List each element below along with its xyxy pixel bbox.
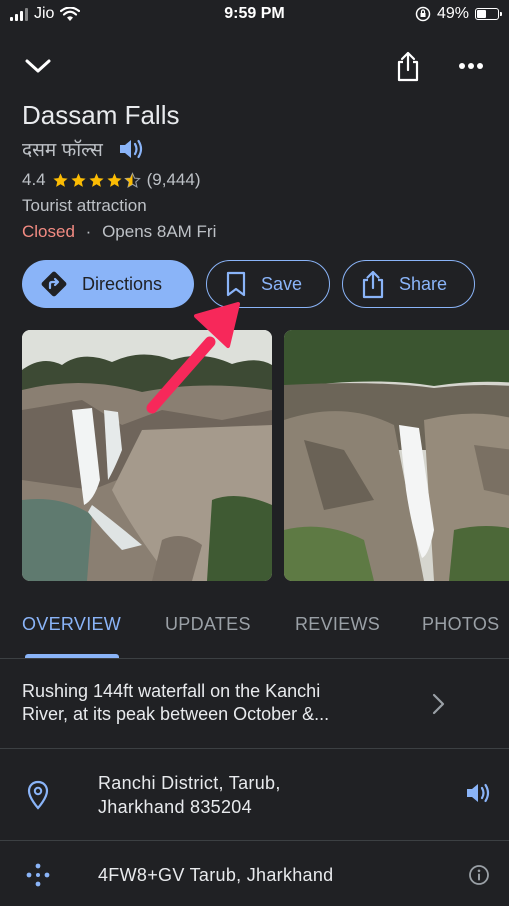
tab-updates[interactable]: UPDATES	[165, 614, 251, 635]
photo-carousel[interactable]	[22, 330, 509, 581]
share-label: Share	[399, 273, 448, 294]
place-description: Rushing 144ft waterfall on the Kanchi Ri…	[22, 680, 402, 726]
share-icon	[362, 270, 384, 299]
place-title: Dassam Falls	[22, 100, 180, 130]
address-line: Ranchi District, Tarub,	[98, 773, 281, 793]
active-tab-indicator	[25, 654, 119, 658]
place-category: Tourist attraction	[22, 196, 147, 215]
battery-fill	[477, 10, 486, 18]
opening-time: Opens 8AM Fri	[102, 222, 217, 241]
description-line: Rushing 144ft waterfall on the Kanchi	[22, 681, 321, 701]
plus-code-text: 4FW8+GV Tarub, Jharkhand	[98, 865, 334, 885]
rating-value: 4.4	[22, 170, 46, 189]
address-line: Jharkhand 835204	[98, 797, 252, 817]
description-row[interactable]: Rushing 144ft waterfall on the Kanchi Ri…	[0, 659, 509, 749]
annotation-arrow	[146, 302, 240, 414]
place-local-name: दसम फॉल्स	[22, 140, 103, 161]
tab-bar: OVERVIEW UPDATES REVIEWS PHOTOS	[0, 600, 509, 659]
save-label: Save	[261, 273, 303, 294]
tab-overview[interactable]: OVERVIEW	[22, 614, 121, 635]
rating-row: 4.4 (9,444)	[22, 170, 201, 190]
reviews-count[interactable]: (9,444)	[147, 170, 201, 190]
chevron-right-icon	[432, 693, 445, 715]
star-icon	[71, 172, 86, 187]
status-bar: Jio 9:59 PM 49%	[0, 0, 509, 30]
separator-dot: ·	[85, 222, 92, 241]
tab-reviews[interactable]: REVIEWS	[295, 614, 380, 635]
description-line: River, at its peak between October &...	[22, 704, 330, 724]
more-options-icon	[459, 63, 483, 69]
directions-icon	[41, 271, 67, 297]
star-icon	[107, 172, 122, 187]
star-icon	[89, 172, 104, 187]
share-icon	[397, 51, 419, 82]
orientation-lock-icon	[415, 6, 431, 22]
tab-photos[interactable]: PHOTOS	[422, 614, 499, 635]
star-icon	[53, 172, 68, 187]
share-button[interactable]: Share	[342, 260, 475, 308]
rating-stars	[52, 171, 141, 189]
open-status: Closed	[22, 222, 75, 241]
more-options-button[interactable]	[454, 52, 488, 80]
plus-code-icon	[26, 863, 50, 887]
waterfall-photo[interactable]	[284, 330, 509, 581]
address-text: Ranchi District, Tarub, Jharkhand 835204	[98, 771, 281, 819]
speaker-icon[interactable]	[117, 137, 145, 161]
chevron-down-icon	[25, 59, 51, 73]
info-icon[interactable]	[468, 864, 490, 886]
top-bar	[0, 44, 509, 88]
battery-percent: 49%	[436, 5, 469, 22]
half-star-icon	[123, 171, 141, 188]
collapse-button[interactable]	[22, 52, 54, 80]
hours-row[interactable]: Closed · Opens 8AM Fri	[22, 222, 216, 242]
battery-icon	[475, 8, 502, 20]
status-right: 49%	[415, 5, 502, 23]
speaker-icon[interactable]	[464, 781, 492, 805]
location-pin-icon	[27, 780, 49, 810]
plus-code-row[interactable]: 4FW8+GV Tarub, Jharkhand	[0, 841, 509, 906]
address-row[interactable]: Ranchi District, Tarub, Jharkhand 835204	[0, 749, 509, 841]
share-top-button[interactable]	[392, 48, 424, 84]
place-local-name-row: दसम फॉल्स	[22, 136, 145, 162]
